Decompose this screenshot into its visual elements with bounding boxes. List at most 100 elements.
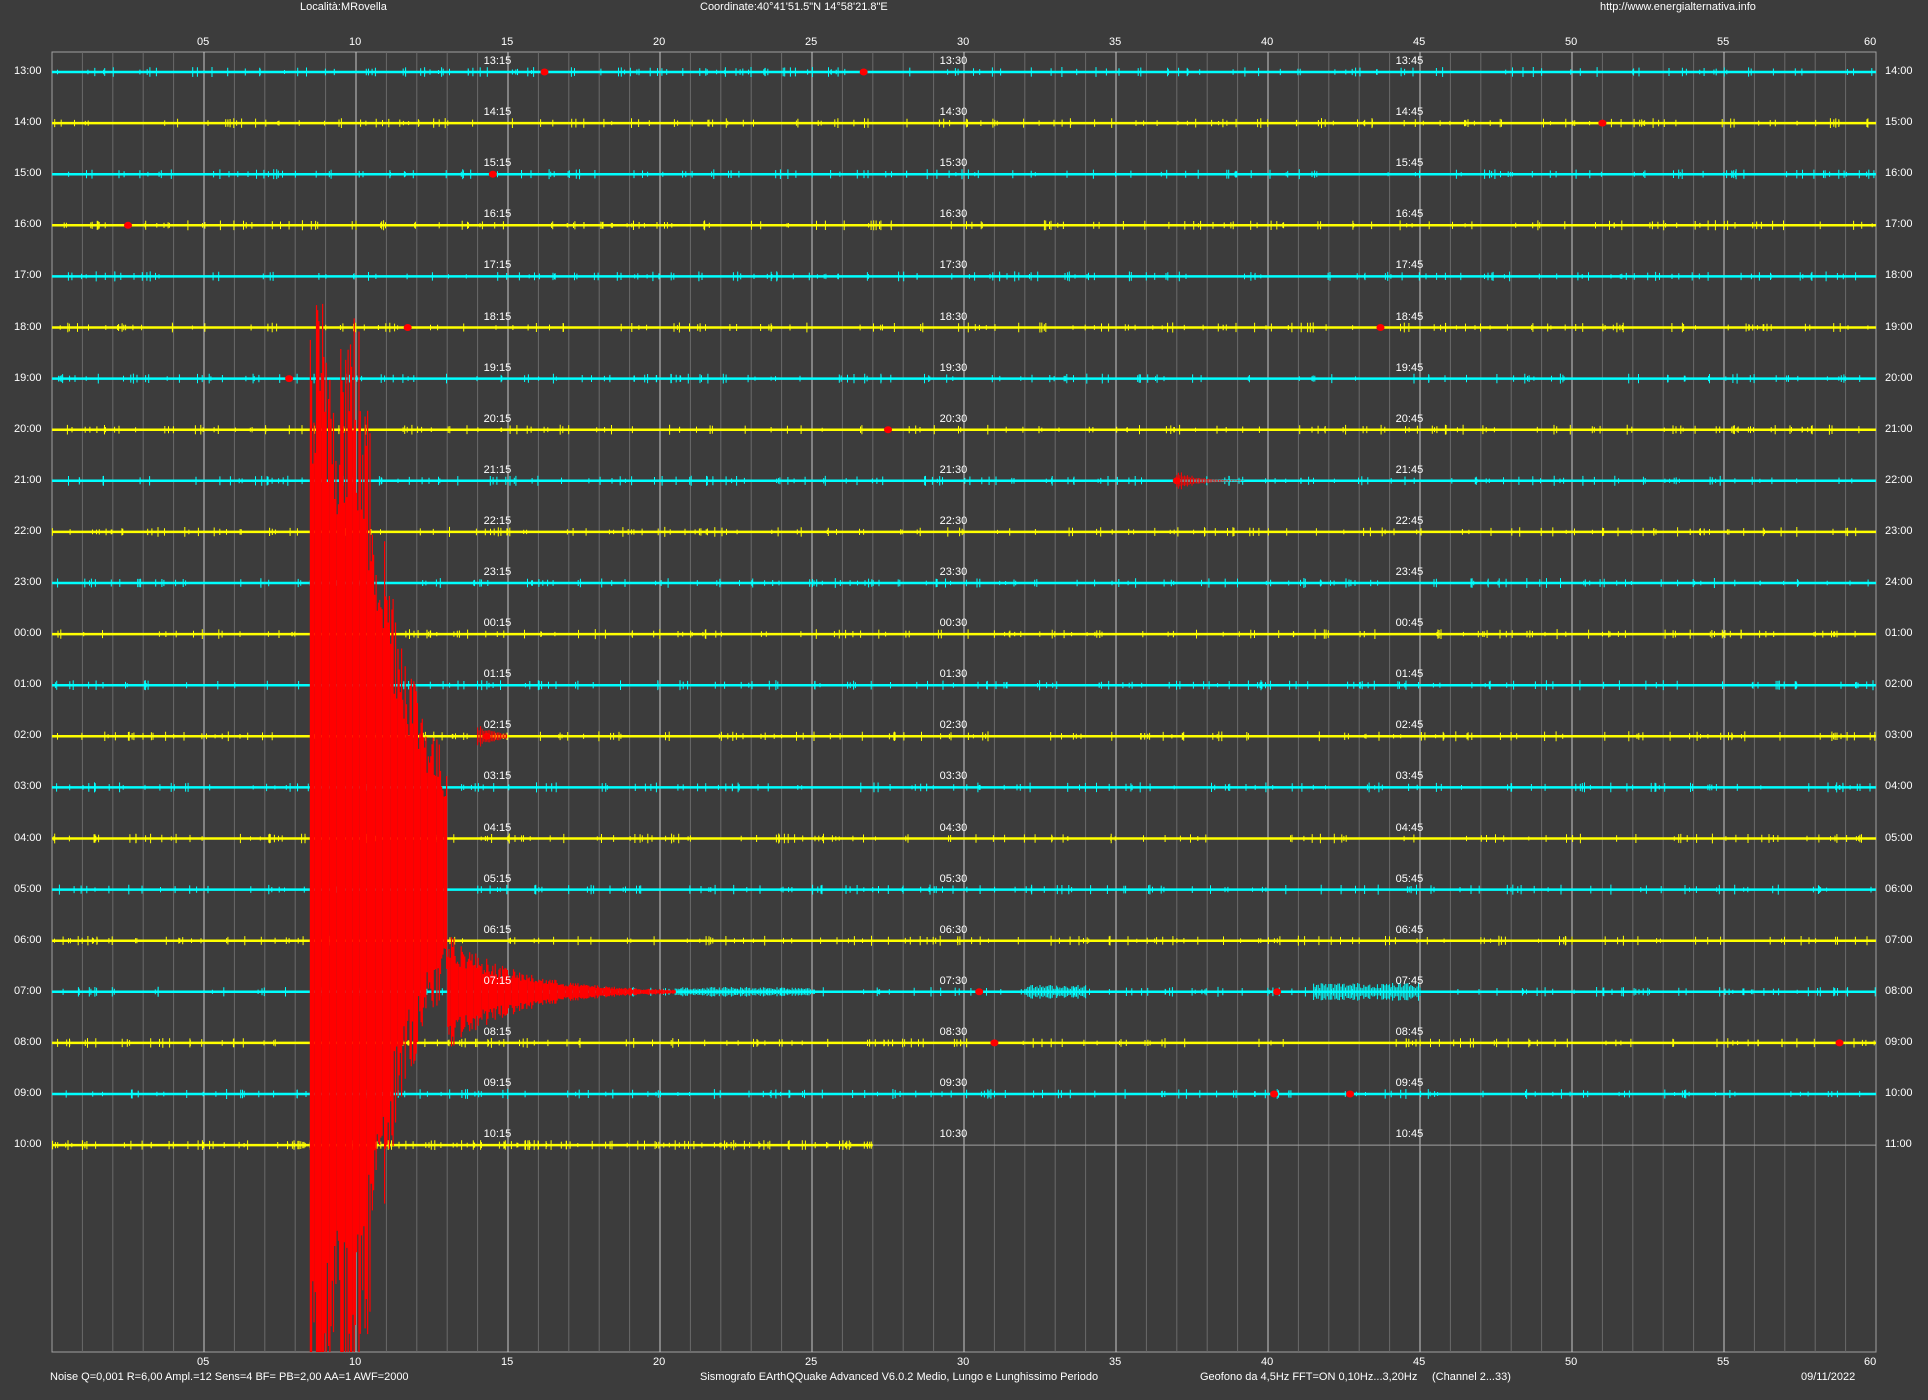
row-time-left: 20:00 [14, 422, 42, 435]
quarter-label: 08:30 [939, 1025, 968, 1038]
row-time-right: 06:00 [1885, 882, 1913, 895]
event-marker [884, 426, 892, 434]
event-marker [540, 68, 549, 76]
row-time-left: 09:00 [14, 1087, 42, 1099]
row-time-right: 08:00 [1885, 984, 1913, 997]
quarter-label: 05:30 [939, 872, 968, 885]
row-time-right: 17:00 [1885, 218, 1913, 231]
event-marker [990, 1039, 999, 1047]
row-time-right: 19:00 [1885, 320, 1913, 333]
quarter-label: 10:45 [1395, 1128, 1424, 1141]
quarter-label: 08:45 [1395, 1025, 1424, 1038]
quarter-label: 22:15 [483, 514, 512, 527]
row-time-right: 16:00 [1885, 167, 1913, 180]
row-time-left: 15:00 [14, 167, 42, 180]
quarter-label: 17:30 [939, 259, 968, 272]
x-tick-top: 60 [1864, 36, 1877, 48]
quarter-label: 00:30 [939, 617, 968, 630]
row-time-left: 16:00 [14, 218, 42, 231]
earthquake-event-layer [124, 68, 1844, 1352]
quarter-label: 09:30 [939, 1077, 968, 1089]
row-time-right: 04:00 [1885, 780, 1913, 793]
row-time-left: 18:00 [14, 320, 42, 333]
row-time-left: 08:00 [14, 1035, 42, 1048]
quarter-label: 00:15 [483, 617, 512, 630]
event-marker [1835, 1039, 1844, 1047]
row-time-right: 10:00 [1885, 1087, 1913, 1099]
x-tick-bottom: 05 [197, 1356, 210, 1368]
x-tick-top: 10 [349, 36, 362, 48]
quarter-label: 13:30 [939, 55, 968, 67]
row-time-left: 07:00 [14, 984, 42, 997]
row-time-left: 10:00 [14, 1138, 42, 1151]
quarter-label: 17:45 [1395, 259, 1424, 272]
row-time-right: 05:00 [1885, 831, 1913, 844]
quarter-label: 19:45 [1395, 361, 1424, 374]
quarter-label: 15:45 [1395, 157, 1424, 170]
quarter-label: 05:15 [483, 872, 512, 885]
x-tick-bottom: 10 [349, 1356, 362, 1368]
x-tick-top: 40 [1261, 36, 1274, 48]
row-time-right: 20:00 [1885, 371, 1913, 384]
event-marker [1270, 1090, 1279, 1098]
quarter-label: 09:45 [1395, 1077, 1424, 1089]
row-time-left: 19:00 [14, 371, 42, 384]
x-tick-bottom: 30 [957, 1356, 970, 1368]
x-tick-bottom: 15 [501, 1356, 514, 1368]
quarter-label: 21:15 [483, 463, 512, 476]
row-time-right: 11:00 [1885, 1138, 1912, 1151]
row-time-right: 07:00 [1885, 933, 1913, 946]
x-tick-top: 30 [957, 36, 970, 48]
x-tick-top: 20 [653, 36, 666, 48]
event-marker [488, 170, 497, 178]
x-tick-bottom: 55 [1717, 1356, 1730, 1368]
quarter-label: 07:15 [483, 974, 512, 987]
quarter-label: 20:45 [1395, 412, 1424, 425]
x-tick-bottom: 25 [805, 1356, 818, 1368]
x-tick-bottom: 20 [653, 1356, 666, 1368]
quarter-label: 06:30 [939, 923, 968, 936]
quarter-label: 21:30 [939, 463, 968, 476]
quarter-label: 14:15 [483, 106, 512, 119]
row-time-right: 24:00 [1885, 576, 1913, 588]
quarter-label: 03:15 [483, 770, 512, 783]
quarter-label: 19:30 [939, 361, 968, 374]
quarter-label: 03:30 [939, 770, 968, 783]
quarter-label: 20:15 [483, 412, 512, 425]
quarter-label: 19:15 [483, 361, 512, 374]
quarter-label: 14:45 [1395, 106, 1424, 119]
quarter-label: 23:45 [1395, 566, 1424, 578]
quarter-label: 01:45 [1395, 668, 1424, 681]
quarter-label: 17:15 [483, 259, 512, 272]
row-time-left: 03:00 [14, 780, 42, 793]
quarter-label: 18:45 [1395, 310, 1424, 323]
event-marker [124, 221, 132, 229]
quarter-label: 18:15 [483, 310, 512, 323]
quarter-label: 01:30 [939, 668, 968, 681]
quarter-label: 22:45 [1395, 514, 1424, 527]
quarter-label: 22:30 [939, 514, 968, 527]
row-time-left: 23:00 [14, 576, 42, 588]
x-tick-top: 25 [805, 36, 818, 48]
x-tick-top: 45 [1413, 36, 1426, 48]
quarter-label: 08:15 [483, 1025, 512, 1038]
quarter-label: 23:15 [483, 566, 512, 578]
x-tick-bottom: 50 [1565, 1356, 1578, 1368]
row-time-left: 02:00 [14, 729, 42, 742]
quarter-label: 15:30 [939, 157, 968, 170]
quarter-label: 04:30 [939, 821, 968, 834]
row-time-right: 18:00 [1885, 269, 1913, 282]
row-time-right: 15:00 [1885, 116, 1913, 129]
quarter-label: 15:15 [483, 157, 512, 170]
quarter-label: 02:15 [483, 719, 512, 732]
row-time-left: 00:00 [14, 627, 42, 640]
row-time-left: 04:00 [14, 831, 42, 844]
date-label: 09/11/2022 [1801, 1371, 1856, 1383]
event-marker [285, 375, 294, 383]
event-marker [859, 68, 868, 76]
software-label: Sismografo EArthQQuake Advanced V6.0.2 M… [700, 1371, 1099, 1383]
quarter-label: 13:45 [1395, 55, 1424, 67]
quarter-label: 21:45 [1395, 463, 1424, 476]
row-time-left: 22:00 [14, 524, 42, 537]
row-time-right: 03:00 [1885, 729, 1913, 742]
